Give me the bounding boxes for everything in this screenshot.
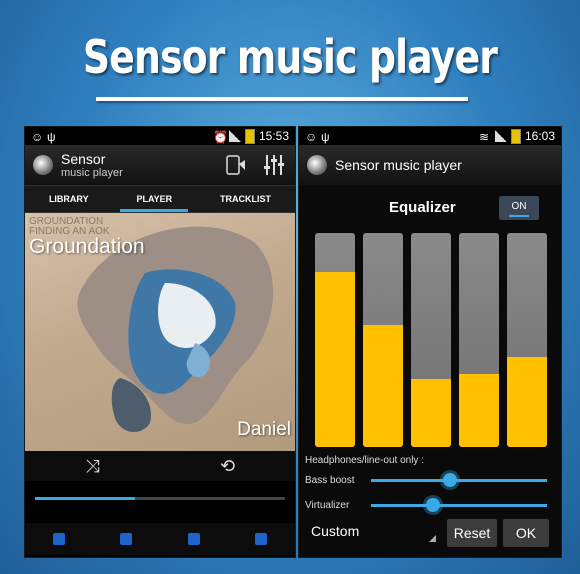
usb-icon: ψ [321, 130, 330, 144]
app-bar: Sensor music player [299, 145, 561, 186]
artist-name: Groundation [29, 235, 145, 258]
headphones-label: Headphones/line-out only : [305, 455, 424, 466]
sensor-gesture-icon[interactable] [225, 152, 253, 178]
phone-equalizer: ☺ ψ ≋ 16:03 Sensor music player Equalize… [298, 126, 562, 558]
eq-band-fill [459, 374, 499, 447]
eq-band-fill [315, 271, 355, 447]
alarm-icon: ⏰ [212, 130, 228, 144]
eq-band-fill [507, 357, 547, 447]
signal-icon [228, 130, 241, 142]
tab-bar: LIBRARY PLAYER TRACKLIST [25, 186, 295, 213]
dropdown-corner-icon [429, 535, 436, 542]
seek-bar[interactable] [35, 497, 285, 500]
pause-icon[interactable] [120, 533, 133, 545]
bass-boost-knob[interactable] [443, 472, 458, 487]
promo-title: Sensor music player [82, 30, 498, 84]
playback-options: ⤨ ⟲ [25, 451, 295, 481]
bass-boost-slider[interactable] [371, 472, 547, 487]
eq-band-5[interactable] [507, 233, 547, 447]
equalizer-header: Equalizer ON [299, 196, 561, 221]
signal-icon [494, 130, 507, 142]
app-bar: Sensor music player [25, 145, 295, 186]
transport-controls [25, 523, 295, 555]
status-bar: ☺ ψ ⏰ 15:53 [25, 127, 295, 145]
equalizer-footer: Custom Reset OK [299, 513, 561, 553]
tab-library[interactable]: LIBRARY [43, 190, 95, 208]
previous-icon[interactable] [52, 533, 65, 545]
usb-icon: ψ [47, 130, 56, 144]
eq-band-1[interactable] [315, 233, 355, 447]
battery-icon [510, 128, 521, 144]
app-title: Sensor music player [335, 157, 462, 173]
equalizer-toggle[interactable]: ON [499, 196, 539, 220]
next-icon[interactable] [187, 533, 200, 545]
android-icon: ☺ [305, 130, 318, 144]
battery-icon [244, 128, 255, 144]
android-icon: ☺ [31, 130, 44, 144]
ok-button[interactable]: OK [503, 519, 549, 547]
track-title: Daniel [237, 419, 291, 440]
equalizer-icon[interactable] [261, 152, 287, 178]
stop-icon[interactable] [255, 533, 268, 545]
reset-button[interactable]: Reset [447, 519, 497, 547]
shuffle-icon[interactable]: ⤨ [82, 457, 104, 475]
tab-player[interactable]: PLAYER [120, 190, 188, 212]
repeat-icon[interactable]: ⟲ [217, 457, 239, 475]
tab-tracklist[interactable]: TRACKLIST [214, 190, 277, 208]
app-title-line1: Sensor [61, 150, 106, 167]
equalizer-bands [315, 233, 547, 447]
status-time: 16:03 [524, 129, 555, 143]
album-art[interactable]: GROUNDATION FINDING AN AOK Groundation D… [25, 213, 295, 451]
eq-band-3[interactable] [411, 233, 451, 447]
status-time: 15:53 [258, 129, 289, 143]
virtualizer-slider[interactable] [371, 497, 547, 512]
app-title-line2: music player [61, 166, 123, 179]
equalizer-title: Equalizer [389, 199, 456, 216]
virtualizer-knob[interactable] [425, 497, 440, 512]
virtualizer-label: Virtualizer [305, 499, 350, 511]
bass-boost-row: Bass boost [305, 472, 555, 488]
phone-player: ☺ ψ ⏰ 15:53 Sensor music player LIBRARY … [24, 126, 296, 558]
bass-boost-label: Bass boost [305, 474, 355, 486]
cover-text: GROUNDATION FINDING AN AOK [29, 216, 110, 237]
seek-progress [35, 497, 135, 500]
equalizer-panel: Equalizer ON Headphones/line-out only : … [299, 185, 561, 557]
virtualizer-row: Virtualizer [305, 497, 555, 513]
eq-band-4[interactable] [459, 233, 499, 447]
status-bar: ☺ ψ ≋ 16:03 [299, 127, 561, 145]
preset-select[interactable]: Custom [311, 523, 359, 539]
app-logo-icon[interactable] [307, 155, 327, 175]
eq-band-2[interactable] [363, 233, 403, 447]
wifi-icon: ≋ [478, 130, 490, 144]
title-underline [96, 97, 468, 101]
app-logo-icon[interactable] [33, 155, 53, 175]
eq-band-fill [411, 378, 451, 447]
eq-band-fill [363, 325, 403, 447]
